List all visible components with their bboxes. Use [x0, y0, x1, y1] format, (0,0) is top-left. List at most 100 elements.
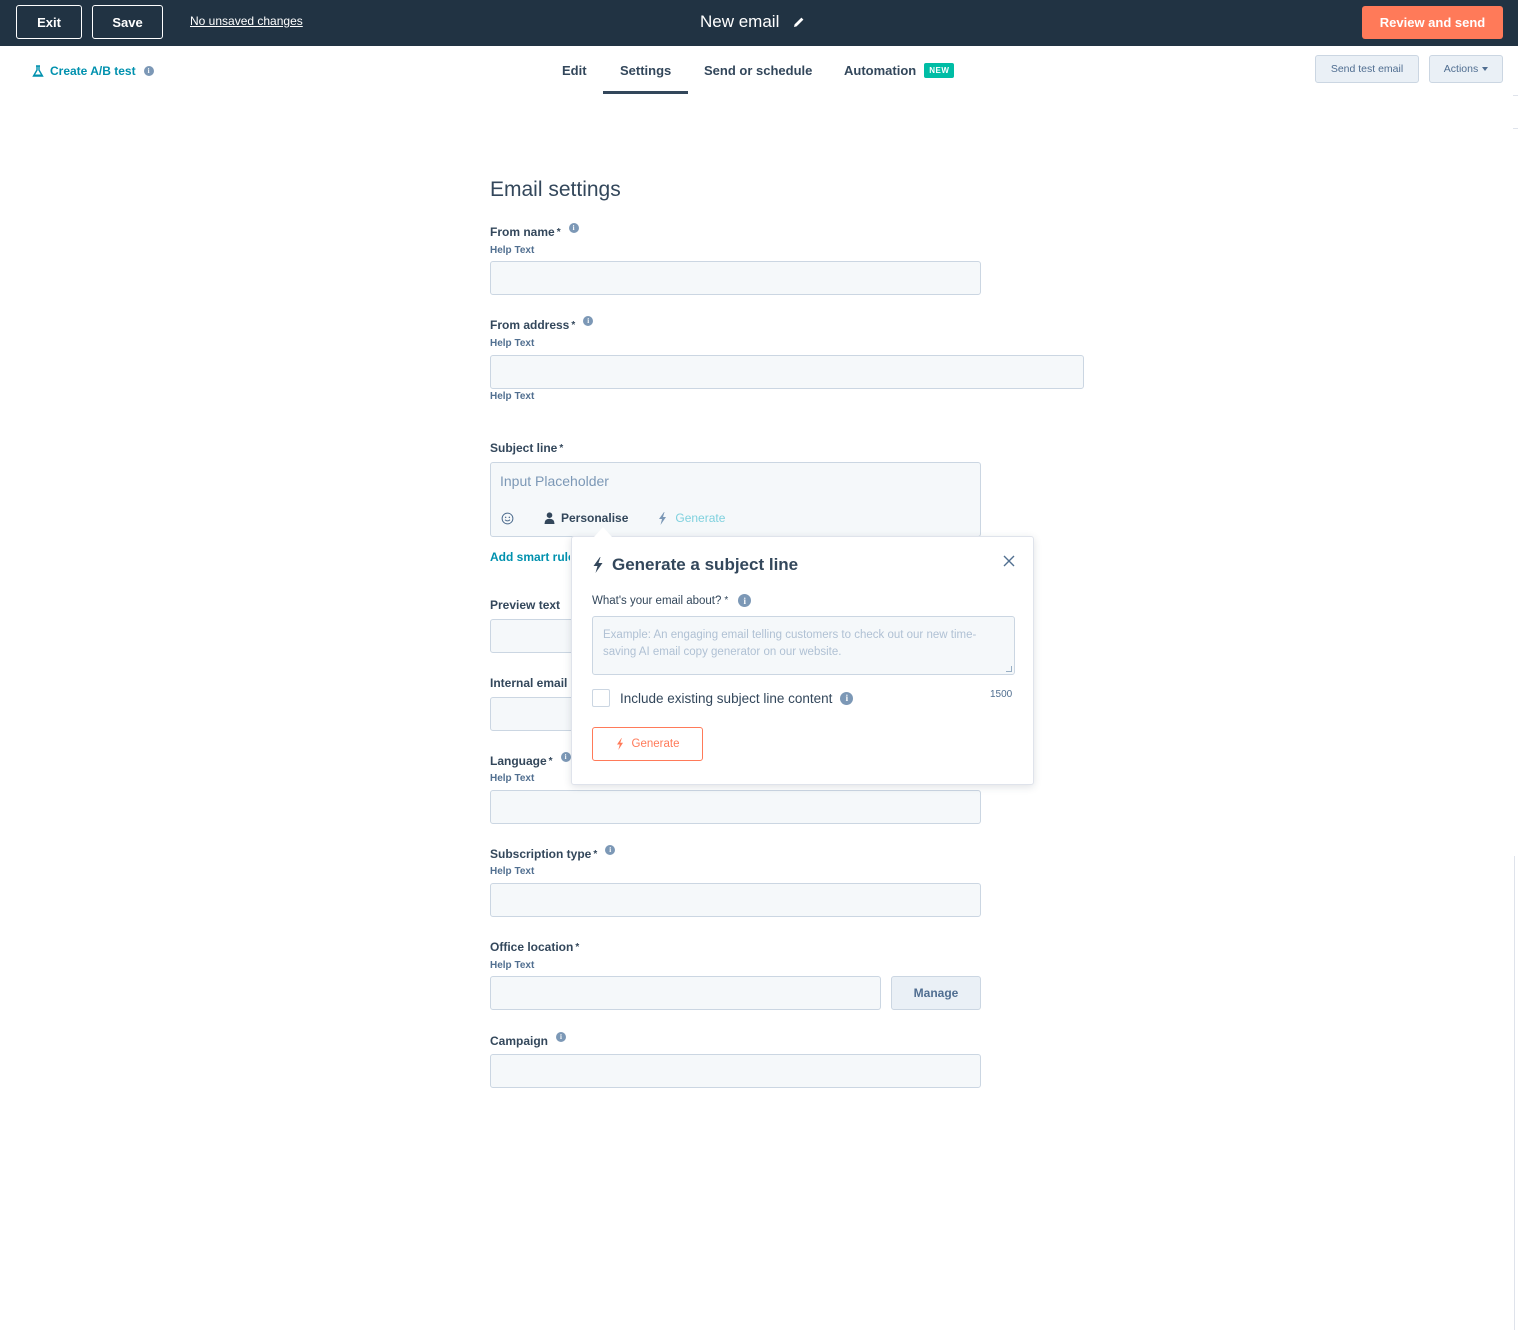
info-icon[interactable]: i — [143, 66, 154, 76]
save-button[interactable]: Save — [92, 5, 163, 39]
campaign-label: Campaign i — [490, 1032, 567, 1048]
subscription-type-label: Subscription type * i — [490, 845, 616, 861]
include-existing-checkbox[interactable] — [592, 689, 610, 707]
emoji-icon[interactable] — [501, 512, 514, 525]
campaign-label-text: Campaign — [490, 1034, 549, 1048]
tab-settings[interactable]: Settings — [620, 63, 671, 78]
required-marker: * — [593, 848, 598, 860]
generate-toolbar-label: Generate — [675, 511, 726, 525]
from-address-input[interactable] — [490, 355, 1084, 389]
generate-subject-popover: Generate a subject line What's your emai… — [571, 536, 1034, 785]
office-location-input[interactable] — [490, 976, 881, 1010]
office-location-help: Help Text — [490, 960, 535, 971]
subscription-type-label-text: Subscription type — [490, 847, 592, 861]
subject-line-placeholder: Input Placeholder — [500, 473, 609, 489]
info-icon[interactable]: i — [556, 1032, 567, 1042]
from-address-help: Help Text — [490, 338, 535, 349]
resize-handle[interactable] — [1006, 666, 1012, 672]
actions-label: Actions — [1443, 63, 1479, 75]
generate-toolbar-button[interactable]: Generate — [658, 511, 725, 525]
sub-navigation: Create A/B test i Edit Settings Send or … — [0, 46, 1518, 96]
email-about-label-text: What's your email about? — [592, 594, 722, 607]
lightning-icon — [593, 557, 603, 573]
close-icon[interactable] — [1002, 554, 1016, 568]
personalise-button[interactable]: Personalise — [544, 511, 628, 525]
info-icon[interactable]: i — [738, 594, 752, 607]
create-ab-test-label: Create A/B test — [50, 64, 136, 78]
office-location-label: Office location * — [490, 940, 579, 954]
language-label: Language * i — [490, 752, 571, 768]
popover-arrow — [594, 527, 612, 537]
subscription-type-help: Help Text — [490, 866, 535, 877]
popover-title-text: Generate a subject line — [612, 555, 799, 574]
create-ab-test-link[interactable]: Create A/B test i — [32, 64, 154, 78]
generate-button[interactable]: Generate — [592, 727, 703, 761]
subscription-type-input[interactable] — [490, 883, 981, 917]
actions-dropdown[interactable]: Actions — [1429, 55, 1503, 83]
info-icon[interactable]: i — [840, 691, 854, 705]
from-name-input[interactable] — [490, 261, 981, 295]
scrollbar-mark — [1513, 128, 1518, 129]
popover-title: Generate a subject line — [592, 555, 798, 575]
tab-automation[interactable]: Automation NEW — [844, 63, 955, 78]
email-about-label: What's your email about? * i — [592, 594, 752, 607]
language-help: Help Text — [490, 773, 535, 784]
caret-down-icon — [1482, 67, 1489, 71]
tab-edit[interactable]: Edit — [562, 63, 587, 78]
required-marker: * — [724, 595, 729, 606]
pencil-icon[interactable] — [793, 16, 805, 28]
exit-button[interactable]: Exit — [16, 5, 82, 39]
lightning-icon — [616, 738, 623, 750]
from-address-label: From address * i — [490, 316, 594, 332]
character-count: 1500 — [990, 689, 1013, 700]
add-smart-rules-link[interactable]: Add smart rules — [490, 550, 570, 564]
email-about-placeholder: Example: An engaging email telling custo… — [603, 629, 977, 658]
office-location-label-text: Office location — [490, 940, 574, 954]
required-marker: * — [575, 941, 580, 953]
subject-line-label-text: Subject line — [490, 441, 558, 455]
language-label-text: Language — [490, 754, 547, 768]
required-marker: * — [548, 755, 553, 767]
info-icon[interactable]: i — [560, 752, 571, 762]
required-marker: * — [556, 226, 561, 238]
new-badge: NEW — [924, 63, 955, 78]
language-input[interactable] — [490, 790, 981, 824]
subject-line-label: Subject line * — [490, 441, 563, 455]
flask-icon — [32, 65, 44, 77]
from-name-label: From name * i — [490, 223, 579, 239]
from-address-help-below: Help Text — [490, 391, 535, 402]
tab-send-or-schedule[interactable]: Send or schedule — [704, 63, 812, 78]
unsaved-changes-link[interactable]: No unsaved changes — [190, 14, 303, 28]
required-marker: * — [571, 319, 576, 331]
from-name-label-text: From name — [490, 225, 555, 239]
required-marker: * — [559, 442, 564, 454]
internal-email-label-text: Internal email name — [490, 676, 570, 690]
personalise-label: Personalise — [561, 511, 629, 525]
info-icon[interactable]: i — [568, 223, 579, 233]
subject-line-toolbar: Personalise Generate — [501, 511, 725, 525]
info-icon[interactable]: i — [583, 316, 594, 326]
manage-button[interactable]: Manage — [891, 976, 981, 1010]
preview-text-label: Preview text — [490, 598, 560, 612]
page-title: Email settings — [490, 178, 621, 201]
scrollbar-mark — [1513, 95, 1518, 96]
email-title-text: New email — [700, 12, 780, 31]
tab-automation-label: Automation — [844, 63, 917, 78]
from-address-label-text: From address — [490, 318, 570, 332]
info-icon[interactable]: i — [605, 845, 616, 855]
scrollbar[interactable] — [1514, 856, 1518, 1330]
include-existing-checkbox-row[interactable]: Include existing subject line content i — [592, 689, 854, 707]
campaign-input[interactable] — [490, 1054, 981, 1088]
subject-line-input[interactable]: Input Placeholder Personalise Generate — [490, 462, 981, 537]
send-test-email-button[interactable]: Send test email — [1315, 55, 1419, 83]
internal-email-label: Internal email name — [490, 676, 570, 690]
from-name-help: Help Text — [490, 245, 535, 256]
review-and-send-button[interactable]: Review and send — [1362, 6, 1503, 39]
email-about-textarea[interactable]: Example: An engaging email telling custo… — [592, 616, 1015, 675]
person-icon — [544, 512, 555, 524]
lightning-icon — [659, 511, 667, 525]
active-tab-indicator — [603, 91, 688, 94]
include-existing-label: Include existing subject line content — [620, 690, 833, 706]
email-title: New email — [700, 12, 805, 32]
top-bar: Exit Save No unsaved changes New email R… — [0, 0, 1518, 46]
